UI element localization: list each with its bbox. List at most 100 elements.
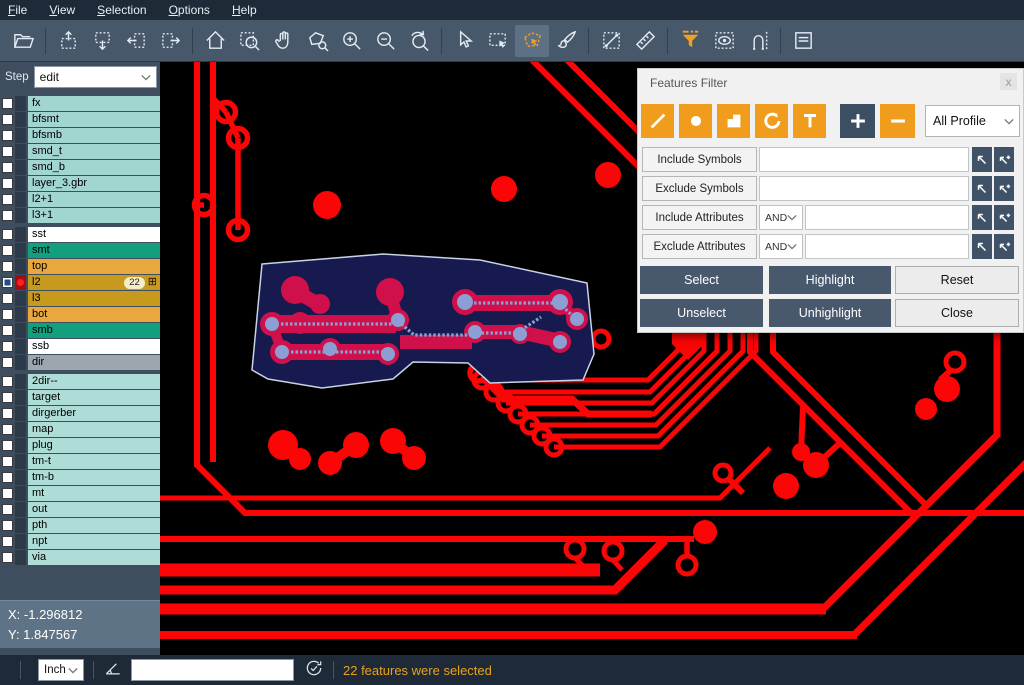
layer-indicator[interactable] <box>15 144 26 159</box>
layer-row[interactable]: plug <box>0 438 160 453</box>
exclude-attributes-button[interactable]: Exclude Attributes <box>642 234 757 259</box>
menu-view[interactable]: View <box>49 3 75 17</box>
layer-indicator[interactable] <box>15 176 26 191</box>
layer-label[interactable]: 2dir-- <box>32 374 160 389</box>
layer-indicator[interactable] <box>15 502 26 517</box>
layer-label[interactable]: ssb <box>32 339 160 354</box>
layer-indicator[interactable] <box>15 291 26 306</box>
layer-indicator[interactable] <box>15 192 26 207</box>
zoom-in-button[interactable] <box>334 25 368 57</box>
pick-add-attribute-button[interactable] <box>994 234 1014 259</box>
layer-checkbox[interactable] <box>2 309 13 320</box>
layer-row[interactable]: dir <box>0 355 160 370</box>
pick-add-symbol-button[interactable] <box>994 147 1014 172</box>
layer-label[interactable]: layer_3.gbr <box>32 176 160 191</box>
measure-distance-button[interactable] <box>594 25 628 57</box>
exclude-attributes-operator[interactable]: AND <box>759 234 803 259</box>
layer-indicator[interactable] <box>15 96 26 111</box>
exclude-symbols-input[interactable] <box>759 176 969 201</box>
layer-checkbox[interactable] <box>2 488 13 499</box>
layer-label[interactable]: top <box>32 259 160 274</box>
layer-row[interactable]: l3 <box>0 291 160 306</box>
layer-indicator[interactable] <box>15 438 26 453</box>
layer-indicator[interactable] <box>15 454 26 469</box>
layer-indicator[interactable] <box>15 208 26 223</box>
layer-checkbox[interactable] <box>2 552 13 563</box>
select-pointer-button[interactable] <box>447 25 481 57</box>
menu-selection[interactable]: Selection <box>97 3 146 17</box>
layer-checkbox[interactable] <box>2 261 13 272</box>
layer-checkbox[interactable] <box>2 536 13 547</box>
layer-indicator[interactable] <box>15 259 26 274</box>
layer-indicator[interactable] <box>15 534 26 549</box>
layer-label[interactable]: bot <box>32 307 160 322</box>
layer-checkbox[interactable] <box>2 178 13 189</box>
layer-row[interactable]: tm-b <box>0 470 160 485</box>
pick-symbol-button[interactable] <box>972 176 992 201</box>
close-icon[interactable]: x <box>1000 73 1017 90</box>
layer-checkbox[interactable] <box>2 357 13 368</box>
layer-row[interactable]: smt <box>0 243 160 258</box>
layer-checkbox[interactable] <box>2 277 13 288</box>
layer-indicator[interactable] <box>15 355 26 370</box>
layer-indicator[interactable] <box>15 160 26 175</box>
layer-row[interactable]: mt <box>0 486 160 501</box>
view-options-button[interactable] <box>707 25 741 57</box>
layer-row[interactable]: bot <box>0 307 160 322</box>
unhighlight-button[interactable]: Unhighlight <box>769 299 891 327</box>
layer-indicator[interactable] <box>15 486 26 501</box>
layer-row[interactable]: top <box>0 259 160 274</box>
filter-minus-button[interactable] <box>880 104 915 138</box>
pick-add-symbol-button[interactable] <box>994 176 1014 201</box>
layer-checkbox[interactable] <box>2 341 13 352</box>
layer-indicator[interactable] <box>15 390 26 405</box>
layer-checkbox[interactable] <box>2 245 13 256</box>
layer-indicator[interactable] <box>15 470 26 485</box>
unselect-button[interactable]: Unselect <box>640 299 763 327</box>
filter-text-button[interactable] <box>793 104 826 138</box>
layer-checkbox[interactable] <box>2 408 13 419</box>
step-select[interactable]: edit <box>34 66 157 88</box>
layer-label[interactable]: smd_b <box>32 160 160 175</box>
layer-indicator[interactable] <box>15 128 26 143</box>
snap-mode-button[interactable] <box>741 25 775 57</box>
layer-checkbox[interactable] <box>2 472 13 483</box>
layer-label[interactable]: smb <box>32 323 160 338</box>
layer-indicator[interactable] <box>15 422 26 437</box>
open-folder-button[interactable] <box>6 25 40 57</box>
polygon-select-button[interactable] <box>515 25 549 57</box>
layer-label[interactable]: via <box>32 550 160 565</box>
layer-checkbox[interactable] <box>2 146 13 157</box>
layer-row[interactable]: layer_3.gbr <box>0 176 160 191</box>
layer-label[interactable]: bfsmt <box>32 112 160 127</box>
layer-checkbox[interactable] <box>2 456 13 467</box>
layer-row[interactable]: smd_b <box>0 160 160 175</box>
layer-checkbox[interactable] <box>2 98 13 109</box>
layer-row[interactable]: target <box>0 390 160 405</box>
layer-label[interactable]: dirgerber <box>32 406 160 421</box>
filter-pad-button[interactable] <box>679 104 712 138</box>
layer-row[interactable]: dirgerber <box>0 406 160 421</box>
zoom-previous-button[interactable] <box>402 25 436 57</box>
include-symbols-input[interactable] <box>759 147 969 172</box>
layer-row[interactable]: bfsmt <box>0 112 160 127</box>
rectangle-select-button[interactable] <box>481 25 515 57</box>
layer-row[interactable]: sst <box>0 227 160 242</box>
highlight-brush-button[interactable] <box>549 25 583 57</box>
layer-checkbox[interactable] <box>2 210 13 221</box>
reset-button[interactable]: Reset <box>895 266 1019 294</box>
layer-label[interactable]: sst <box>32 227 160 242</box>
include-symbols-button[interactable]: Include Symbols <box>642 147 757 172</box>
layer-row[interactable]: bfsmb <box>0 128 160 143</box>
highlight-button[interactable]: Highlight <box>769 266 891 294</box>
layer-label[interactable]: l3 <box>32 291 160 306</box>
layer-indicator[interactable] <box>15 323 26 338</box>
table-grid-icon[interactable]: ⊞ <box>148 277 157 288</box>
menu-options[interactable]: Options <box>169 3 210 17</box>
layer-checkbox[interactable] <box>2 520 13 531</box>
zoom-out-button[interactable] <box>368 25 402 57</box>
layer-indicator[interactable] <box>15 374 26 389</box>
shift-view-down-button[interactable] <box>85 25 119 57</box>
layer-indicator[interactable] <box>15 243 26 258</box>
layer-indicator[interactable] <box>15 406 26 421</box>
